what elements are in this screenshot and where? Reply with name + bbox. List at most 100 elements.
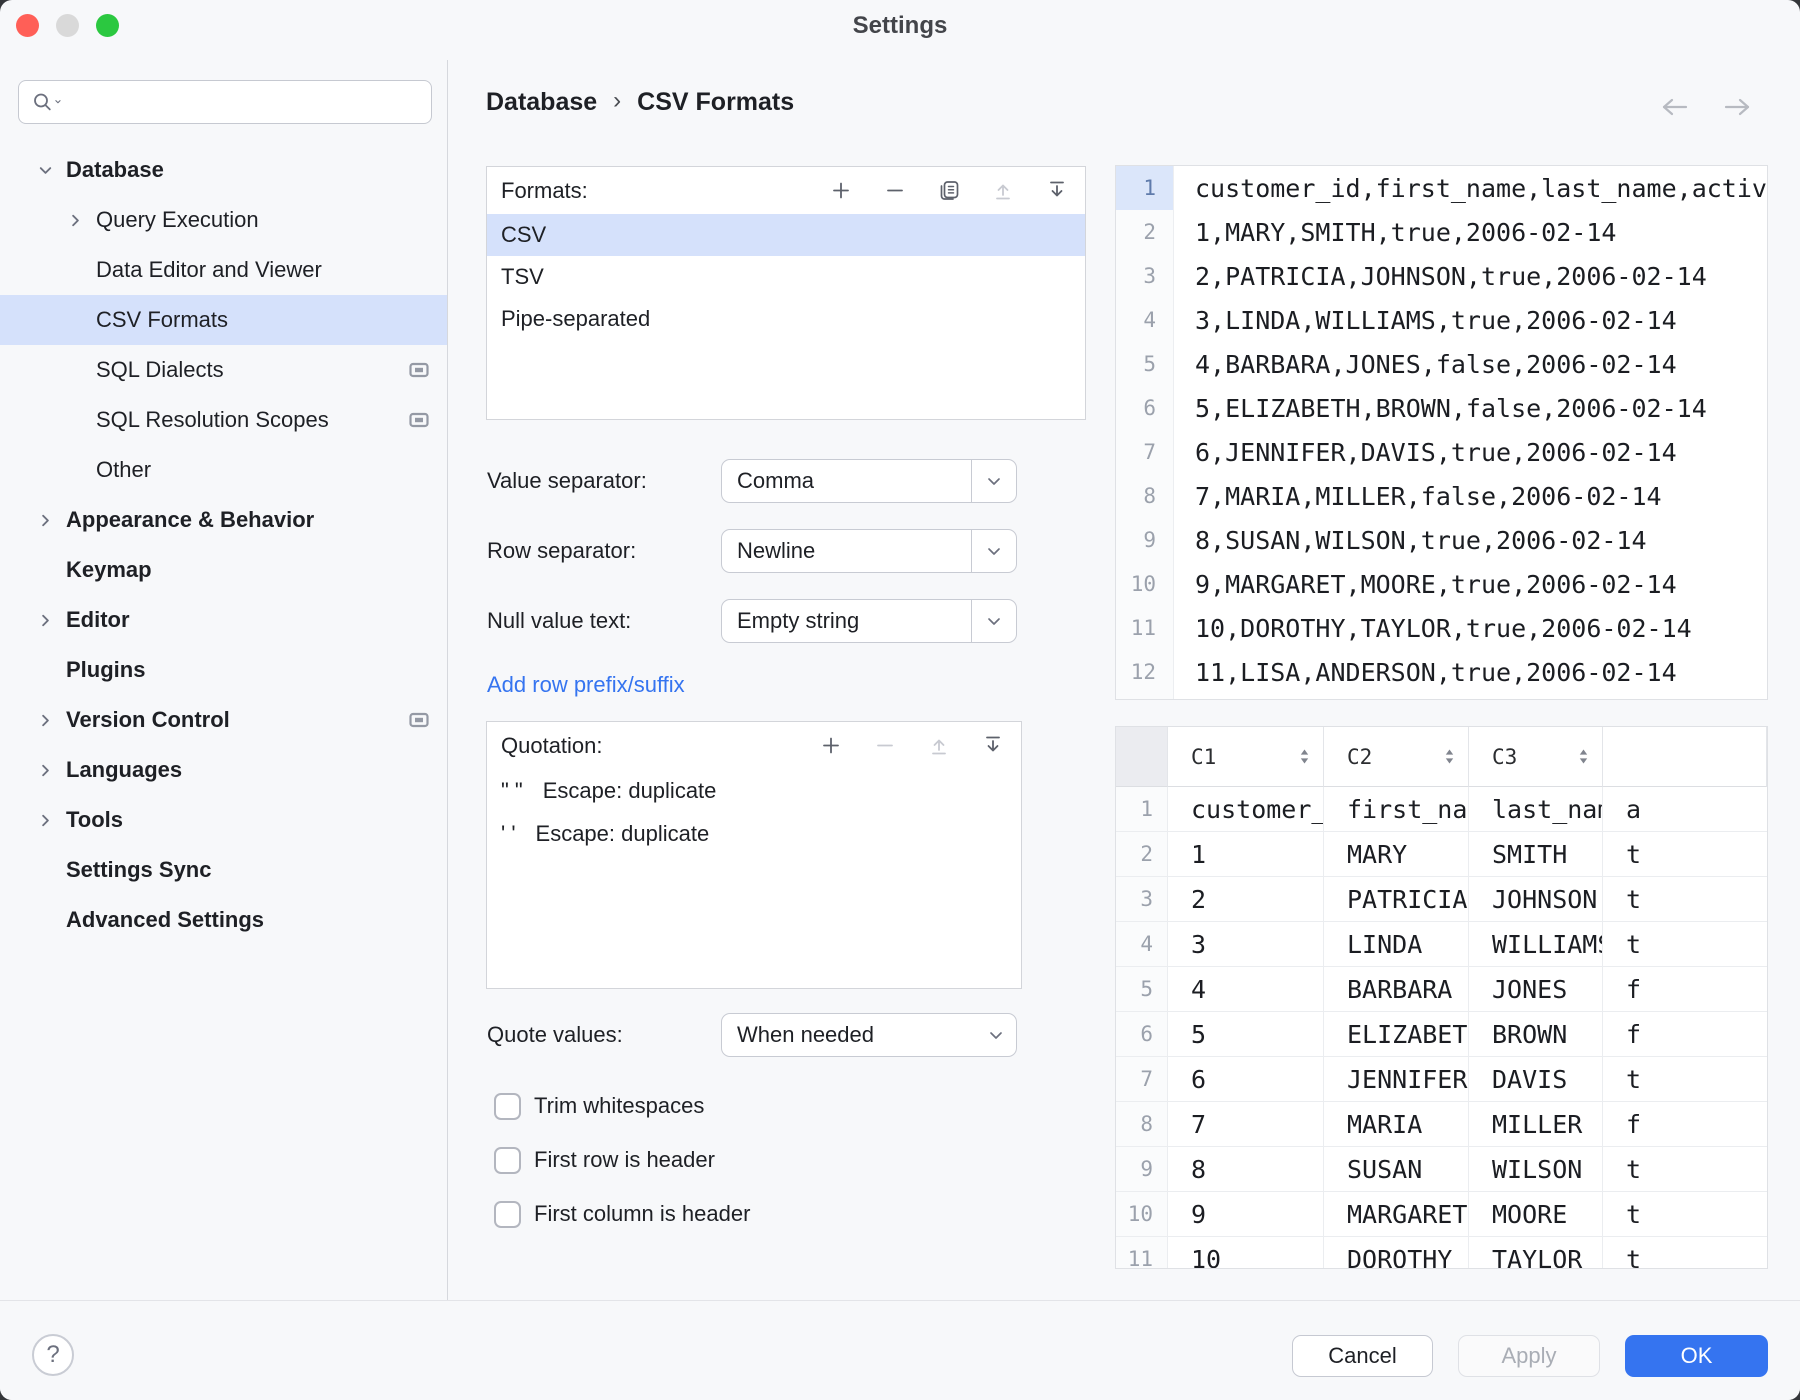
sidebar-item-plugins[interactable]: Plugins [0,645,447,695]
move-down-button[interactable] [1045,179,1069,203]
chevron-down-icon[interactable] [971,530,1016,572]
sidebar-item-query-execution[interactable]: Query Execution [0,195,447,245]
row-separator-combobox[interactable]: Newline [721,529,1017,573]
grid-cell: MOORE [1469,1192,1603,1237]
remove-button[interactable] [883,179,907,203]
grid-cell: 3 [1168,922,1324,967]
grid-cell: last_name [1469,787,1603,832]
chevron-down-icon[interactable] [971,460,1016,502]
grid-cell: t [1603,877,1767,922]
null-value-text-value: Empty string [737,608,859,634]
grid-cell: a [1603,787,1767,832]
add-button[interactable] [819,734,843,758]
value-separator-combobox[interactable]: Comma [721,459,1017,503]
data-grid-preview: C1C2C3 1customer_idfirst_namelast_namea 2… [1115,726,1768,1269]
quote-values-select[interactable]: When needed [721,1013,1017,1057]
cancel-button[interactable]: Cancel [1292,1335,1433,1377]
checkbox-label: Trim whitespaces [534,1093,704,1119]
first-column-is-header-row: First column is header [494,1199,750,1229]
grid-row: 65ELIZABETHBROWNf [1116,1012,1767,1057]
grid-cell: ELIZABETH [1324,1012,1469,1057]
quotation-chars: ' ' [501,821,516,847]
sidebar-item-label: SQL Dialects [96,357,224,383]
first-row-is-header-row: First row is header [494,1145,715,1175]
window-title: Settings [0,12,1800,40]
sidebar-item-editor[interactable]: Editor [0,595,447,645]
breadcrumb-item-csv-formats[interactable]: CSV Formats [637,88,794,117]
duplicate-button[interactable] [937,179,961,203]
grid-header-c1[interactable]: C1 [1168,727,1324,787]
sidebar-item-label: Keymap [66,557,152,583]
grid-header-c2[interactable]: C2 [1324,727,1469,787]
quotation-item[interactable]: ' ' Escape: duplicate [487,812,1021,855]
sidebar-item-other[interactable]: Other [0,445,447,495]
chevron-right-icon [60,205,90,235]
sidebar-item-label: CSV Formats [96,307,228,333]
move-down-button[interactable] [981,734,1005,758]
grid-row: 43LINDAWILLIAMSt [1116,922,1767,967]
sidebar-item-keymap[interactable]: Keymap [0,545,447,595]
sidebar-item-sql-dialects[interactable]: SQL Dialects [0,345,447,395]
sidebar-item-label: Database [66,157,164,183]
sidebar-item-label: Appearance & Behavior [66,507,314,533]
screen-icon [409,412,429,428]
chevron-down-icon[interactable] [971,600,1016,642]
grid-cell: SMITH [1469,832,1603,877]
ok-button[interactable]: OK [1625,1335,1768,1377]
help-button[interactable]: ? [32,1334,74,1376]
null-value-text-label: Null value text: [487,608,631,634]
sidebar-item-settings-sync[interactable]: Settings Sync [0,845,447,895]
grid-cell: first_name [1324,787,1469,832]
grid-header-c3[interactable]: C3 [1469,727,1603,787]
null-value-text-combobox[interactable]: Empty string [721,599,1017,643]
first-column-is-header-checkbox[interactable] [494,1201,521,1228]
sidebar-item-languages[interactable]: Languages [0,745,447,795]
sidebar-item-data-editor-and-viewer[interactable]: Data Editor and Viewer [0,245,447,295]
sidebar-item-tools[interactable]: Tools [0,795,447,845]
sidebar-item-sql-resolution-scopes[interactable]: SQL Resolution Scopes [0,395,447,445]
grid-cell: DOROTHY [1324,1237,1469,1269]
sidebar-item-label: Query Execution [96,207,259,233]
sidebar-item-database[interactable]: Database [0,145,447,195]
sidebar-item-advanced-settings[interactable]: Advanced Settings [0,895,447,945]
quotation-label: Quotation: [501,733,603,759]
chevron-down-icon [976,1014,1016,1056]
quotation-escape-label: Escape: duplicate [536,821,710,847]
forward-button[interactable] [1718,92,1756,122]
row-number-cell: 3 [1116,877,1168,922]
line-number: 4 [1116,298,1174,342]
back-button[interactable] [1656,92,1694,122]
grid-cell: SUSAN [1324,1147,1469,1192]
breadcrumb-item-database[interactable]: Database [486,88,597,117]
grid-cell: JONES [1469,967,1603,1012]
line-number: 7 [1116,430,1174,474]
add-row-prefix-suffix-link[interactable]: Add row prefix/suffix [487,672,685,698]
sidebar-item-csv-formats[interactable]: CSV Formats [0,295,447,345]
sidebar-item-version-control[interactable]: Version Control [0,695,447,745]
row-number-cell: 8 [1116,1102,1168,1147]
chevron-spacer [30,905,60,935]
grid-row: 76JENNIFERDAVISt [1116,1057,1767,1102]
first-row-is-header-checkbox[interactable] [494,1147,521,1174]
preview-line: 54,BARBARA,JONES,false,2006-02-14 [1116,342,1767,386]
search-field[interactable] [18,80,432,124]
line-text: 10,DOROTHY,TAYLOR,true,2006-02-14 [1174,614,1692,643]
search-input[interactable] [73,90,431,115]
formats-list: CSVTSVPipe-separated [487,214,1085,340]
format-item-pipe-separated[interactable]: Pipe-separated [487,298,1085,340]
chevron-spacer [60,405,90,435]
sidebar-item-appearance-behavior[interactable]: Appearance & Behavior [0,495,447,545]
format-item-csv[interactable]: CSV [487,214,1085,256]
preview-line: 32,PATRICIA,JOHNSON,true,2006-02-14 [1116,254,1767,298]
quotation-item[interactable]: " "Escape: duplicate [487,769,1021,812]
grid-cell: t [1603,1147,1767,1192]
grid-cell: 2 [1168,877,1324,922]
apply-button[interactable]: Apply [1458,1335,1600,1377]
grid-row: 109MARGARETMOOREt [1116,1192,1767,1237]
trim-whitespaces-checkbox[interactable] [494,1093,521,1120]
grid-row: 1customer_idfirst_namelast_namea [1116,787,1767,832]
grid-cell: 8 [1168,1147,1324,1192]
format-item-tsv[interactable]: TSV [487,256,1085,298]
add-button[interactable] [829,179,853,203]
grid-cell: LINDA [1324,922,1469,967]
